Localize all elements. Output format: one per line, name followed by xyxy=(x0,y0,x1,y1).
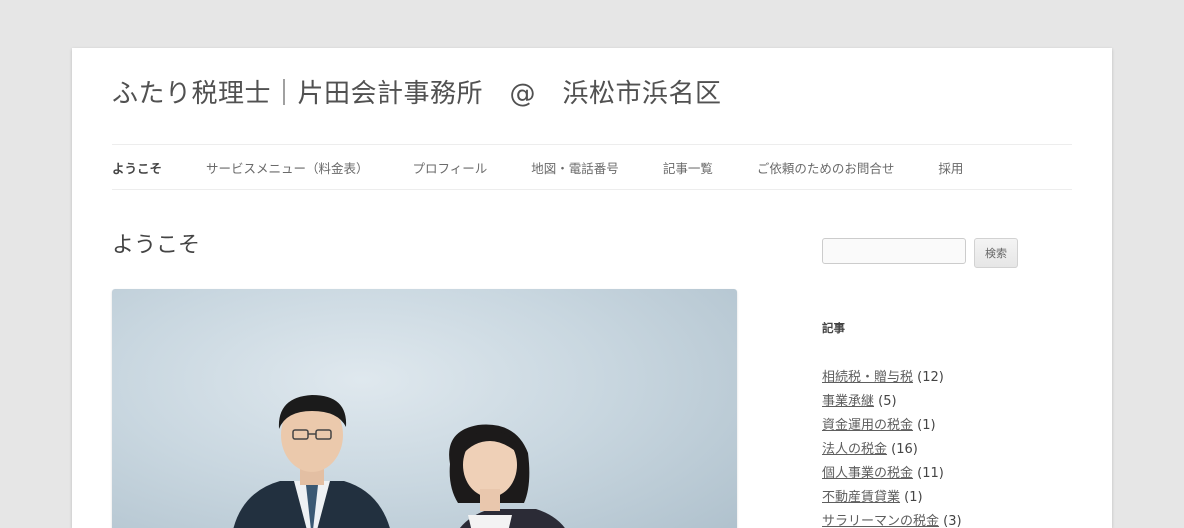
category-count: (16) xyxy=(891,442,918,457)
category-count: (3) xyxy=(943,514,962,528)
site-title[interactable]: ふたり税理士｜片田会計事務所 @ 浜松市浜名区 xyxy=(112,74,722,114)
page-title: ようこそ xyxy=(112,233,201,258)
category-link-business-succession[interactable]: 事業承継 xyxy=(822,394,874,409)
category-list: 相続税・贈与税 (12) 事業承継 (5) 資金運用の税金 (1) 法人の税金 … xyxy=(822,366,962,528)
list-item: 法人の税金 (16) xyxy=(822,438,962,462)
category-count: (1) xyxy=(904,490,923,505)
category-count: (12) xyxy=(917,370,944,385)
category-link-salaried-tax[interactable]: サラリーマンの税金 xyxy=(822,514,939,528)
nav-item-profile[interactable]: プロフィール xyxy=(413,158,488,177)
widget-title-articles: 記事 xyxy=(822,321,845,335)
category-link-investment-tax[interactable]: 資金運用の税金 xyxy=(822,418,913,433)
category-count: (1) xyxy=(917,418,936,433)
list-item: サラリーマンの税金 (3) xyxy=(822,510,962,528)
nav-item-articles[interactable]: 記事一覧 xyxy=(663,158,713,177)
category-count: (11) xyxy=(917,466,944,481)
category-count: (5) xyxy=(878,394,897,409)
nav-item-recruit[interactable]: 採用 xyxy=(938,158,963,177)
hero-photo-illustration xyxy=(233,395,565,528)
nav-item-map-phone[interactable]: 地図・電話番号 xyxy=(531,158,619,177)
person-man xyxy=(233,395,390,528)
list-item: 不動産賃貸業 (1) xyxy=(822,486,962,510)
nav-item-welcome[interactable]: ようこそ xyxy=(112,158,162,177)
search-button[interactable]: 検索 xyxy=(974,238,1018,268)
category-link-real-estate-rental[interactable]: 不動産賃貸業 xyxy=(822,490,900,505)
list-item: 個人事業の税金 (11) xyxy=(822,462,962,486)
list-item: 相続税・贈与税 (12) xyxy=(822,366,962,390)
hero-photo xyxy=(112,289,737,528)
category-link-inheritance-tax[interactable]: 相続税・贈与税 xyxy=(822,370,913,385)
main-navigation: ようこそ サービスメニュー（料金表） プロフィール 地図・電話番号 記事一覧 ご… xyxy=(112,144,1072,190)
search-input[interactable] xyxy=(822,238,966,264)
category-link-corporate-tax[interactable]: 法人の税金 xyxy=(822,442,887,457)
list-item: 事業承継 (5) xyxy=(822,390,962,414)
nav-item-service-menu[interactable]: サービスメニュー（料金表） xyxy=(206,158,369,177)
nav-item-inquiry[interactable]: ご依頼のためのお問合せ xyxy=(757,158,895,177)
category-link-sole-proprietor-tax[interactable]: 個人事業の税金 xyxy=(822,466,913,481)
person-woman xyxy=(449,424,565,528)
list-item: 資金運用の税金 (1) xyxy=(822,414,962,438)
page-container: ふたり税理士｜片田会計事務所 @ 浜松市浜名区 ようこそ サービスメニュー（料金… xyxy=(72,48,1112,528)
